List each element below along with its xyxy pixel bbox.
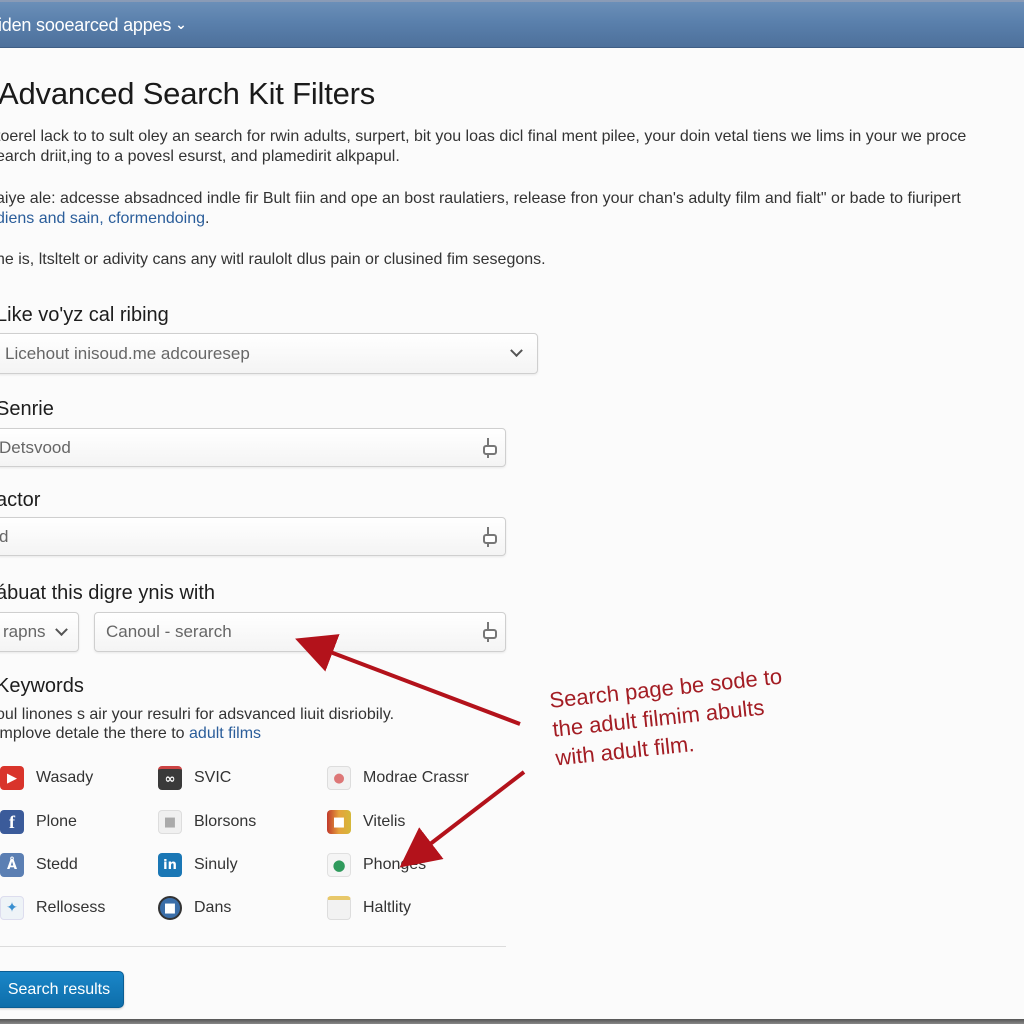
recommendations-link[interactable]: diens and sain, cformendoing xyxy=(0,210,205,227)
document-icon xyxy=(327,896,351,920)
genre-input[interactable]: Detsvood xyxy=(0,428,506,467)
intro-line: aiye ale: adcesse absadnced indle fir Bu… xyxy=(0,190,961,207)
slider-adjust-icon[interactable] xyxy=(477,526,499,547)
keyword-item[interactable]: ● Phonges xyxy=(327,853,426,877)
rating-select[interactable]: Licehout inisoud.me adcouresep xyxy=(0,333,538,374)
search-results-button[interactable]: Search results xyxy=(0,971,124,1008)
keyword-label: Modrae Crassr xyxy=(363,769,469,786)
keyword-item[interactable]: Haltlity xyxy=(327,896,411,920)
intro-text: . xyxy=(205,210,210,227)
top-bar: iden sooearced appes ⌄ xyxy=(0,0,1024,48)
keyword-label: Phonges xyxy=(363,856,427,873)
slider-adjust-icon[interactable] xyxy=(477,437,499,458)
keyword-label: Sinuly xyxy=(194,856,238,873)
keyword-item[interactable]: ● Modrae Crassr xyxy=(327,766,469,790)
keyword-label: Haltlity xyxy=(363,899,412,916)
gift-box-icon: ∞ xyxy=(158,766,182,790)
rating-label: Like vo'yz cal ribing xyxy=(0,304,169,326)
keyword-item[interactable]: ■ Blorsons xyxy=(158,810,256,834)
actor-input[interactable]: d xyxy=(0,517,506,556)
keywords-description: oul linones s air your resulri for adsva… xyxy=(0,705,394,743)
chevron-down-icon xyxy=(50,622,72,637)
chevron-down-icon: ⌄ xyxy=(175,16,187,32)
keyword-item[interactable]: in Sinuly xyxy=(158,853,238,877)
keyword-item[interactable]: f Plone xyxy=(0,810,77,834)
intro-line: toerel lack to to sult oley an search fo… xyxy=(0,128,967,145)
linkedin-icon: in xyxy=(158,853,182,877)
keyword-label: Plone xyxy=(36,813,77,830)
facebook-icon: f xyxy=(0,810,24,834)
actor-label: actor xyxy=(0,489,41,511)
keyword-item[interactable]: ■ Dans xyxy=(158,896,231,920)
chat-icon: ● xyxy=(327,853,351,877)
robot-icon: ■ xyxy=(158,896,182,920)
keywords-heading: Keywords xyxy=(0,675,84,697)
annotation-callout: Search page be sode to the adult filmim … xyxy=(548,662,789,773)
match-label: ábuat this digre ynis with xyxy=(0,582,216,604)
match-search-input[interactable]: Canoul - serarch xyxy=(94,612,506,652)
chevron-down-icon xyxy=(505,344,527,358)
genre-label: Senrie xyxy=(0,398,54,420)
keyword-label: Vitelis xyxy=(363,813,406,830)
intro-paragraph-3: he is, ltsltelt or adivity cans any witl… xyxy=(0,251,546,268)
divider xyxy=(0,946,506,947)
app-menu[interactable]: iden sooearced appes ⌄ xyxy=(0,15,187,36)
twitter-icon: ✦ xyxy=(0,896,24,920)
match-mode-value: rapns xyxy=(3,622,46,641)
keyword-label: SVIC xyxy=(194,769,232,786)
keyword-label: Blorsons xyxy=(194,813,257,830)
keyword-item[interactable]: Å Stedd xyxy=(0,853,78,877)
actor-value: d xyxy=(0,526,9,546)
rating-value: Licehout inisoud.me adcouresep xyxy=(5,343,250,363)
keyword-label: Stedd xyxy=(36,856,78,873)
keyword-label: Rellosess xyxy=(36,899,106,916)
adult-films-link[interactable]: adult films xyxy=(189,725,261,742)
app-icon: Å xyxy=(0,853,24,877)
app-icon: ■ xyxy=(158,810,182,834)
intro-line: earch driit,ing to a povesl esurst, and … xyxy=(0,148,400,165)
slider-adjust-icon[interactable] xyxy=(477,622,499,642)
keyword-label: Dans xyxy=(194,899,232,916)
match-mode-select[interactable]: rapns xyxy=(0,612,79,652)
keyword-item[interactable]: ▶ Wasady xyxy=(0,766,93,790)
keyword-item[interactable]: ■ Vitelis xyxy=(327,810,405,834)
match-search-value: Canoul - serarch xyxy=(106,622,232,641)
genre-value: Detsvood xyxy=(0,437,71,457)
keyword-label: Wasady xyxy=(36,769,94,786)
window-bottom-edge xyxy=(0,1019,1024,1024)
app-icon: ● xyxy=(327,766,351,790)
keywords-desc-line: implove detale the there to xyxy=(0,725,190,742)
intro-paragraph-1: toerel lack to to sult oley an search fo… xyxy=(0,127,966,167)
page-title: Advanced Search Kit Filters xyxy=(0,76,376,111)
keyword-item[interactable]: ∞ SVIC xyxy=(158,766,231,790)
keywords-desc-line: oul linones s air your resulri for adsva… xyxy=(0,706,395,723)
photo-icon: ■ xyxy=(327,810,351,834)
keyword-item[interactable]: ✦ Rellosess xyxy=(0,896,105,920)
app-title: iden sooearced appes xyxy=(0,15,172,35)
youtube-icon: ▶ xyxy=(0,766,24,790)
intro-paragraph-2: aiye ale: adcesse absadnced indle fir Bu… xyxy=(0,189,961,229)
